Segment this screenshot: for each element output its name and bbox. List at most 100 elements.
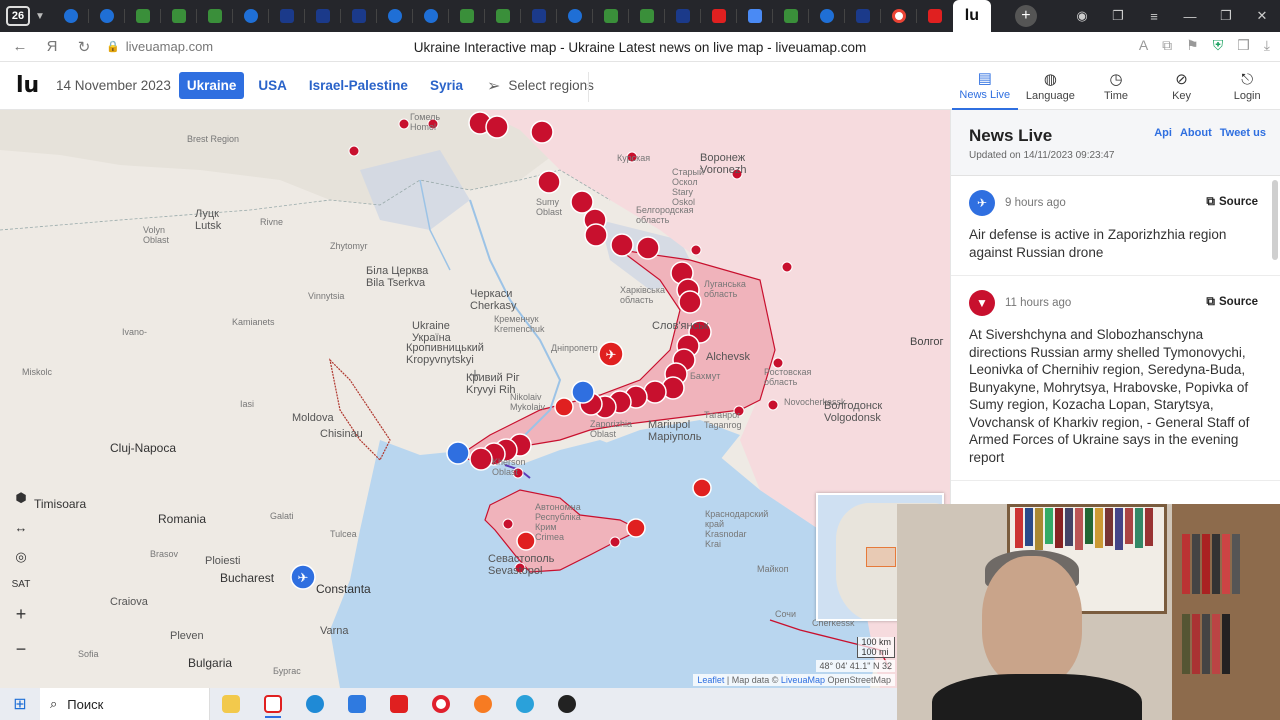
taskbar-app-mail[interactable] xyxy=(336,688,378,720)
browser-tab[interactable] xyxy=(197,0,233,32)
taskbar-app-yandex[interactable] xyxy=(252,688,294,720)
taskbar-search[interactable]: ⌕ Поиск xyxy=(40,688,210,720)
label-ploiesti: Ploiesti xyxy=(205,555,241,567)
translate-icon[interactable]: A xyxy=(1139,37,1148,54)
download-icon[interactable]: ⤓ xyxy=(1264,37,1270,54)
header-divider xyxy=(588,72,589,102)
label-lutsk: Луцк Lutsk xyxy=(195,208,222,233)
browser-tab[interactable] xyxy=(377,0,413,32)
browser-tab[interactable] xyxy=(161,0,197,32)
label-iasi: Iasi xyxy=(240,399,255,409)
browser-tab[interactable] xyxy=(881,0,917,32)
taskbar-app-firefox[interactable] xyxy=(462,688,504,720)
collections-icon[interactable]: ❒ xyxy=(1237,37,1250,54)
draw-polygon-icon[interactable]: ⬢ xyxy=(15,490,26,506)
windows-start-icon[interactable]: ⊞ xyxy=(0,694,40,714)
label-vinnytsia: Vinnytsia xyxy=(308,291,345,301)
shield-icon[interactable]: ⛨ xyxy=(1213,37,1224,54)
about-link[interactable]: About xyxy=(1180,127,1212,139)
browser-tab[interactable] xyxy=(917,0,953,32)
taskbar-app-opera[interactable] xyxy=(420,688,462,720)
zoom-in-button[interactable]: + xyxy=(16,604,27,625)
nav-language[interactable]: ◍ Language xyxy=(1018,62,1084,110)
source-label: Source xyxy=(1219,295,1258,308)
browser-tab[interactable] xyxy=(845,0,881,32)
nav-news-live[interactable]: ▤ News Live xyxy=(952,62,1018,110)
satellite-toggle[interactable]: SAT xyxy=(12,579,31,590)
tab-syria[interactable]: Syria xyxy=(422,72,471,99)
browser-tab[interactable] xyxy=(521,0,557,32)
extensions-icon[interactable]: ⧉ xyxy=(1162,37,1172,54)
taskbar-app-telegram[interactable] xyxy=(504,688,546,720)
browser-tab[interactable] xyxy=(89,0,125,32)
taskbar-app-edge[interactable] xyxy=(294,688,336,720)
browser-tab[interactable] xyxy=(557,0,593,32)
source-link[interactable]: ⧉ Source xyxy=(1206,194,1258,209)
label-maykop: Майкоп xyxy=(757,564,789,574)
news-item[interactable]: ✈ 9 hours ago ⧉ Source Air defense is ac… xyxy=(951,176,1280,277)
t-favicon-icon xyxy=(351,9,366,23)
browser-tab[interactable] xyxy=(665,0,701,32)
minimap-viewport[interactable] xyxy=(866,547,896,567)
window-controls: ◉ ❐ ≡ — ❐ ✕ xyxy=(1064,0,1280,32)
browser-tab[interactable] xyxy=(773,0,809,32)
nav-key[interactable]: ⊘ Key xyxy=(1149,62,1215,110)
tab-usa[interactable]: USA xyxy=(250,72,295,99)
browser-tab[interactable] xyxy=(233,0,269,32)
chevron-down-icon[interactable]: ▼ xyxy=(35,11,45,22)
browser-tab[interactable] xyxy=(449,0,485,32)
reload-icon[interactable]: ↻ xyxy=(72,38,96,56)
tab-ukraine[interactable]: Ukraine xyxy=(178,72,245,99)
browser-tab[interactable] xyxy=(809,0,845,32)
new-tab-button[interactable]: + xyxy=(1014,5,1037,27)
tab-israel-palestine[interactable]: Israel-Palestine xyxy=(301,72,416,99)
compass-icon: ⊘ xyxy=(1175,71,1188,88)
minimize-icon[interactable]: — xyxy=(1172,9,1208,24)
browser-tab[interactable] xyxy=(629,0,665,32)
browser-tab[interactable] xyxy=(125,0,161,32)
nav-login[interactable]: ⎋ Login xyxy=(1214,62,1280,110)
browser-tab[interactable] xyxy=(485,0,521,32)
zoom-out-button[interactable]: − xyxy=(16,639,27,660)
event-dot-large xyxy=(626,518,646,538)
browser-tab[interactable] xyxy=(593,0,629,32)
site-logo[interactable]: lu xyxy=(16,73,56,98)
interactive-map[interactable]: ✈ ✈ + Гомель Homel Воронеж Voronezh Курс… xyxy=(0,110,950,688)
source-link[interactable]: ⧉ Source xyxy=(1206,294,1258,309)
bookmarks-icon[interactable]: ❐ xyxy=(1100,8,1136,24)
close-icon[interactable]: ✕ xyxy=(1244,8,1280,24)
person-head xyxy=(982,556,1082,686)
tweet-us-link[interactable]: Tweet us xyxy=(1220,127,1266,139)
hide-layers-icon[interactable]: ◎ xyxy=(15,549,26,565)
measure-icon[interactable]: ↔ xyxy=(15,520,28,535)
taskbar-app-obs[interactable] xyxy=(546,688,588,720)
osm-link[interactable]: OpenStreetMap xyxy=(825,675,891,685)
profile-icon[interactable]: ◉ xyxy=(1064,8,1100,24)
firefox-icon xyxy=(474,695,492,713)
taskbar-app-yandex-alt[interactable] xyxy=(378,688,420,720)
maximize-icon[interactable]: ❐ xyxy=(1208,8,1244,24)
browser-tab[interactable] xyxy=(413,0,449,32)
browser-tab[interactable] xyxy=(341,0,377,32)
browser-tab[interactable] xyxy=(53,0,89,32)
liveuamap-link[interactable]: LiveuaMap xyxy=(781,675,825,685)
bookmark-icon[interactable]: ⚑ xyxy=(1186,37,1199,54)
menu-icon[interactable]: ≡ xyxy=(1136,9,1172,24)
api-link[interactable]: Api xyxy=(1154,127,1172,139)
browser-tab[interactable] xyxy=(737,0,773,32)
url-field[interactable]: liveuamap.com xyxy=(126,39,213,54)
browser-tab[interactable] xyxy=(269,0,305,32)
back-icon[interactable]: ← xyxy=(8,38,32,55)
leaflet-link[interactable]: Leaflet xyxy=(697,675,724,685)
yandex-icon[interactable]: Я xyxy=(40,38,64,55)
news-item[interactable]: ▼ 11 hours ago ⧉ Source At Sivershchyna … xyxy=(951,276,1280,482)
nav-news-live-label: News Live xyxy=(959,89,1011,101)
lock-icon[interactable]: 🔒 xyxy=(106,40,120,53)
tab-counter-badge[interactable]: 26 xyxy=(6,6,30,26)
nav-time[interactable]: ◷ Time xyxy=(1083,62,1149,110)
taskbar-app-explorer[interactable] xyxy=(210,688,252,720)
browser-tab[interactable] xyxy=(305,0,341,32)
select-regions-button[interactable]: ➢ Select regions xyxy=(487,76,594,96)
browser-tab[interactable] xyxy=(701,0,737,32)
browser-tab-active[interactable]: lu xyxy=(952,0,991,32)
